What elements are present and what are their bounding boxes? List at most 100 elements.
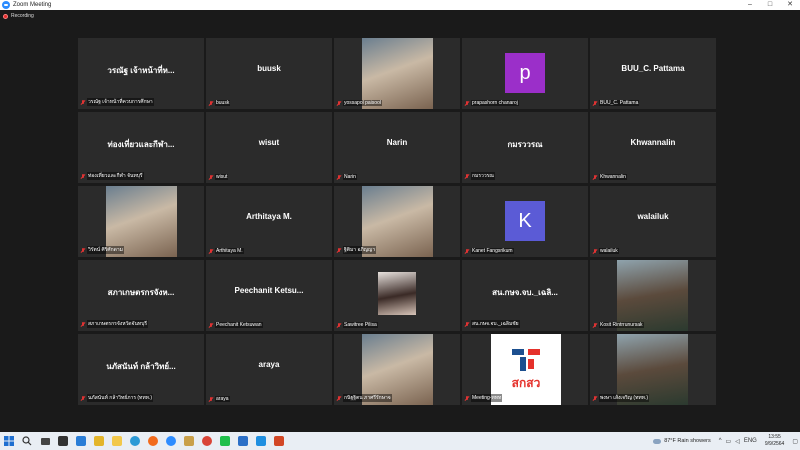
network-icon[interactable]: ▭ (726, 438, 732, 445)
start-button[interactable] (0, 432, 18, 450)
participant-display-name: wisut (258, 138, 280, 147)
participant-tile[interactable]: ท่องเที่ยวและกีฬา... ท่องเที่ยวและกีฬา จั… (78, 112, 204, 183)
participant-name-label: สภาเกษตรกรจังหวัดจันทบุรี (81, 320, 149, 328)
store-icon[interactable] (54, 432, 72, 450)
file-explorer-icon[interactable] (108, 432, 126, 450)
recording-indicator[interactable]: Recording (3, 13, 34, 19)
line-icon[interactable] (216, 432, 234, 450)
participant-name: พงษา เส้งเจริญ (ททท.) (599, 394, 650, 402)
participant-tile[interactable]: walailuk walailuk (590, 186, 716, 257)
mail-icon[interactable] (72, 432, 90, 450)
mic-muted-icon (337, 395, 341, 401)
powerpoint-icon[interactable] (270, 432, 288, 450)
participant-name: prapashorn chanaroj (471, 100, 519, 106)
participant-tile[interactable]: กนิฐฐิตน ภาศรีรักษาจ (334, 334, 460, 405)
mic-muted-icon (81, 395, 85, 401)
mic-muted-icon (209, 322, 213, 328)
participant-name-label: BUU_C. Pattama (593, 100, 640, 106)
participant-name-label: Arthitaya M. (209, 248, 244, 254)
participant-tile[interactable]: Kosit Rintrrunursak (590, 260, 716, 331)
participant-display-name: buusk (257, 64, 281, 73)
participant-tile[interactable]: สภาเกษตรกรจังห... สภาเกษตรกรจังหวัดจันทบุ… (78, 260, 204, 331)
firefox-icon[interactable] (144, 432, 162, 450)
participant-name-label: yossapol paisool (337, 100, 382, 106)
participant-display-name: araya (258, 360, 280, 369)
participant-name-label: Narin (337, 174, 357, 180)
participant-tile[interactable]: วิรัตน์ ศิริศักดาม (78, 186, 204, 257)
participant-tile[interactable]: กมรววรณ กมรววรณ (462, 112, 588, 183)
participant-name: นภัสนันท์ กล้าวิทย์ภาร (ททท.) (87, 394, 154, 402)
participant-tile[interactable]: Sawitree Pilisa (334, 260, 460, 331)
participant-name-label: prapashorn chanaroj (465, 100, 519, 106)
participant-display-name: นภัสนันท์ กล้าวิทย์... (106, 362, 176, 371)
lang-indicator[interactable]: ENG (744, 438, 757, 444)
participant-tile[interactable]: วรณัฐ เจ้าหน้าที่ห... วรณัฐ เจ้าหน้าที่คว… (78, 38, 204, 109)
participant-display-name: สภาเกษตรกรจังห... (107, 288, 175, 297)
participant-name: BUU_C. Pattama (599, 100, 640, 106)
participant-name-label: araya (209, 396, 230, 402)
participant-tile[interactable]: นภัสนันท์ กล้าวิทย์... นภัสนันท์ กล้าวิทย… (78, 334, 204, 405)
participant-name-label: กมรววรณ (465, 172, 495, 180)
participant-name: กมรววรณ (471, 172, 495, 180)
recording-label: Recording (11, 13, 34, 19)
logo-text: สกสว (511, 375, 541, 390)
participant-name-label: กนิฐฐิตน ภาศรีรักษาจ (337, 394, 392, 402)
sticky-notes-icon[interactable] (90, 432, 108, 450)
notification-icon[interactable]: ▢ (792, 438, 798, 445)
participant-tile[interactable]: K Kanet Fangsrikum (462, 186, 588, 257)
calendar-icon[interactable] (234, 432, 252, 450)
participant-tile[interactable]: พงษา เส้งเจริญ (ททท.) (590, 334, 716, 405)
participant-tile[interactable]: Peechanit Ketsu... Peechanit Ketsuwan (206, 260, 332, 331)
participant-name-label: Khwannalin (593, 174, 627, 180)
participant-tile[interactable]: p prapashorn chanaroj (462, 38, 588, 109)
participant-name: สภาเกษตรกรจังหวัดจันทบุรี (87, 320, 149, 328)
mic-muted-icon (465, 321, 469, 327)
chrome-icon[interactable] (198, 432, 216, 450)
participant-tile[interactable]: Khwannalin Khwannalin (590, 112, 716, 183)
mic-muted-icon (81, 247, 85, 253)
maximize-button[interactable]: □ (760, 0, 780, 10)
participant-tile[interactable]: สกสว Meeting-ททท (462, 334, 588, 405)
participant-tile[interactable]: ฐิติมา อภิญญา (334, 186, 460, 257)
zoom-meeting-taskbar-icon[interactable] (252, 432, 270, 450)
window-controls: – □ ✕ (740, 0, 800, 10)
participant-tile[interactable]: araya araya (206, 334, 332, 405)
zoom-app-icon[interactable] (162, 432, 180, 450)
title-bar: Zoom Meeting – □ ✕ (0, 0, 800, 10)
participant-tile[interactable]: Narin Narin (334, 112, 460, 183)
weather-text: 87°F Rain showers (664, 438, 711, 444)
chevron-up-icon[interactable]: ^ (719, 438, 722, 444)
search-icon[interactable] (18, 432, 36, 450)
participant-tile[interactable]: wisut wisut (206, 112, 332, 183)
mic-muted-icon (209, 100, 213, 106)
participant-display-name: BUU_C. Pattama (621, 64, 685, 73)
edge-icon[interactable] (126, 432, 144, 450)
windows-taskbar: 87°F Rain showers ^ ▭ ◁ ENG 13:55 9/9/25… (0, 432, 800, 450)
cloud-rain-icon (653, 438, 662, 444)
participant-tile[interactable]: Arthitaya M. Arthitaya M. (206, 186, 332, 257)
participant-tile[interactable]: buusk buusk (206, 38, 332, 109)
volume-icon[interactable]: ◁ (735, 438, 740, 445)
zoom-logo-icon (2, 1, 10, 9)
mic-muted-icon (593, 174, 597, 180)
participant-display-name: กมรววรณ (507, 140, 543, 149)
mic-muted-icon (465, 100, 469, 106)
mic-muted-icon (337, 247, 341, 253)
photos-icon[interactable] (180, 432, 198, 450)
participant-name-label: buusk (209, 100, 231, 106)
task-view-icon[interactable] (36, 432, 54, 450)
mic-muted-icon (593, 322, 597, 328)
meeting-stage: Recording วรณัฐ เจ้าหน้าที่ห... วรณัฐ เจ้… (0, 10, 800, 432)
minimize-button[interactable]: – (740, 0, 760, 10)
participant-name-label: Peechanit Ketsuwan (209, 322, 263, 328)
participant-name: Khwannalin (599, 174, 627, 180)
clock-time: 13:55 (768, 434, 781, 440)
weather-widget[interactable]: 87°F Rain showers (653, 438, 711, 444)
participant-name-label: ฐิติมา อภิญญา (337, 246, 377, 254)
participant-tile[interactable]: yossapol paisool (334, 38, 460, 109)
participant-tile[interactable]: สน.กษจ.จบ._เฉลิ... สน.กษจ.จบ._เฉลิมชัย (462, 260, 588, 331)
clock[interactable]: 13:55 9/9/2564 (765, 434, 784, 448)
close-button[interactable]: ✕ (780, 0, 800, 10)
participant-tile[interactable]: BUU_C. Pattama BUU_C. Pattama (590, 38, 716, 109)
participant-name: Kosit Rintrrunursak (599, 322, 644, 328)
